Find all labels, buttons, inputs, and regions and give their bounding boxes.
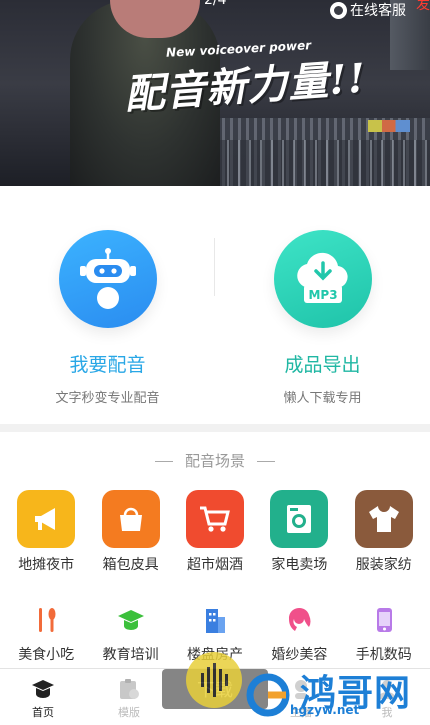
cloud-download-mp3-icon: MP3 [273,230,372,328]
section-gap [0,424,430,432]
nav-label: 首页 [32,706,54,719]
banner-corner-text: 发 [416,0,430,13]
scene-label: 超市烟酒 [186,557,243,573]
export-feature[interactable]: MP3 成品导出 懒人下载专用 [215,186,430,424]
scene-label: 教育培训 [102,647,159,663]
voiceover-title: 我要配音 [69,354,146,376]
template-icon [120,679,139,699]
scene-item-education[interactable]: 教育培训 [93,602,169,664]
scene-item-stall[interactable]: 地摊夜市 [8,490,84,574]
scene-item-wedding[interactable]: 婚纱美容 [261,602,337,664]
banner-page-indicator: 2/4 [204,0,227,8]
scene-label: 手机数码 [355,647,412,663]
watermark-url: hgzyw.net [290,703,360,717]
scene-item-digital[interactable]: 手机数码 [346,602,422,664]
robot-icon [58,230,157,328]
wave-bar [218,669,222,691]
feature-divider [214,238,215,296]
headset-icon [330,1,347,19]
handbag-icon [101,490,160,548]
soundwave-icon [186,652,242,708]
building-icon [197,602,233,638]
wave-bar [212,663,216,697]
nav-label: 模版 [118,706,140,719]
washing-machine-icon [270,490,329,548]
wave-bar [206,667,210,693]
woman-face-icon [281,602,317,638]
scene-item-bags[interactable]: 箱包皮具 [93,490,169,574]
wave-bar [200,673,204,687]
fork-spoon-icon [28,602,64,638]
export-subtitle: 懒人下载专用 [283,391,362,406]
scene-label: 婚纱美容 [271,647,328,663]
scene-item-food[interactable]: 美食小吃 [8,602,84,664]
promo-banner[interactable]: 2/4 New voiceover power 配音新力量!! 在线客服 发 [0,0,430,186]
export-title: 成品导出 [284,354,361,376]
colorbar-graphic [368,120,410,132]
scene-item-appliances[interactable]: 家电卖场 [261,490,337,574]
scenes-title-row: 配音场景 [0,450,430,471]
nav-home[interactable]: 首页 [0,669,86,725]
phone-icon [366,602,402,638]
scene-label: 地摊夜市 [18,557,75,573]
home-hat-icon [32,680,54,698]
online-service-label: 在线客服 [350,3,406,19]
shopping-cart-icon [185,490,244,548]
scenes-title: 配音场景 [184,452,245,470]
tshirt-icon [354,490,413,548]
online-service-button[interactable]: 在线客服 [330,0,406,20]
title-dash-left [154,461,173,462]
wave-bar [224,674,228,686]
scene-item-supermarket[interactable]: 超市烟酒 [177,490,253,574]
app-screen: 2/4 New voiceover power 配音新力量!! 在线客服 发 我… [0,0,430,725]
scene-label: 家电卖场 [271,557,328,573]
feature-section: 我要配音 文字秒变专业配音 MP3 成品导出 懒人下载专用 [0,186,430,424]
scene-label: 美食小吃 [18,647,75,663]
scene-label: 服装家纺 [355,557,412,573]
scene-item-clothing[interactable]: 服装家纺 [346,490,422,574]
voiceover-subtitle: 文字秒变专业配音 [55,391,160,406]
mp3-label: MP3 [308,288,337,302]
voiceover-feature[interactable]: 我要配音 文字秒变专业配音 [0,186,215,424]
title-dash-right [257,461,275,462]
scene-label: 箱包皮具 [102,557,159,573]
nav-templates[interactable]: 模版 [86,669,172,725]
graduation-cap-icon [113,602,149,638]
scene-row-1: 地摊夜市 箱包皮具 超市烟酒 家电卖场 服装家纺 [0,490,430,574]
megaphone-icon [17,490,76,548]
